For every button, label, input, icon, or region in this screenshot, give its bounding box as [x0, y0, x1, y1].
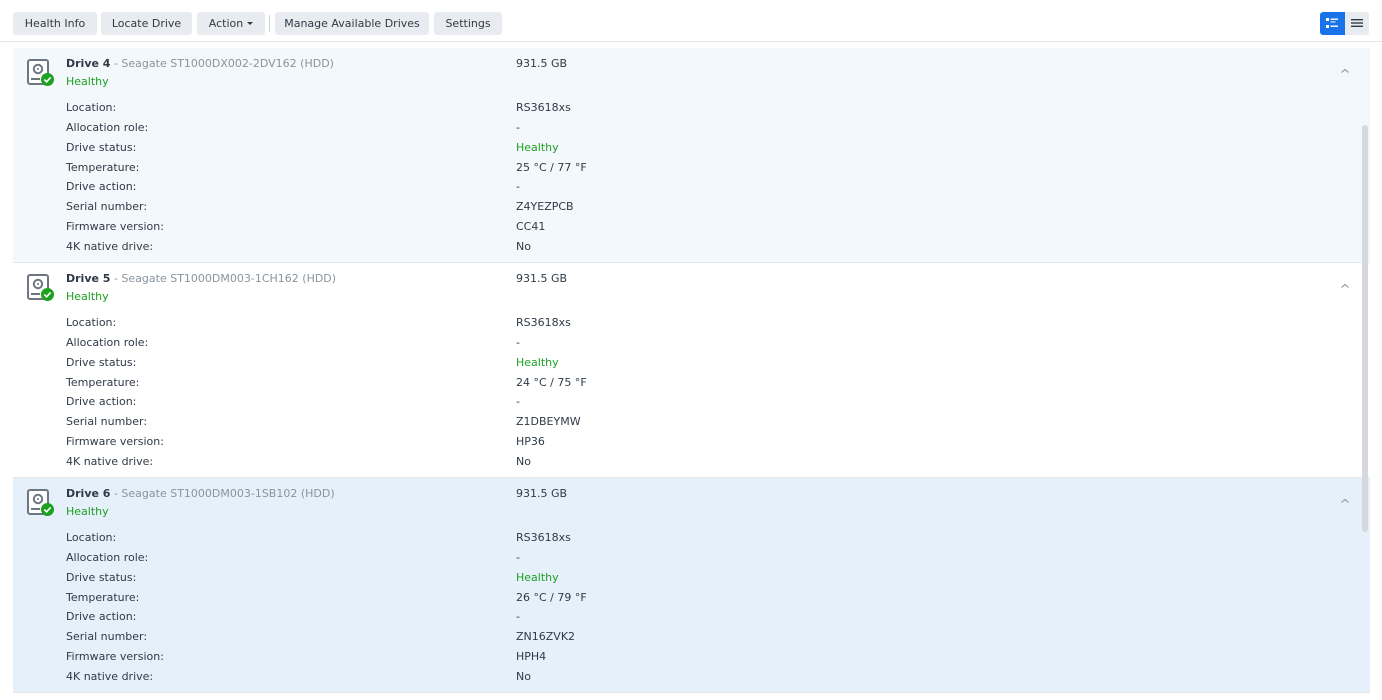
serial-number-label: Serial number: [66, 415, 148, 428]
firmware-version-value: HPH4 [516, 650, 547, 663]
serial-number-value: Z4YEZPCB [516, 200, 574, 213]
drive-action-label: Drive action: [66, 610, 137, 623]
drive-model: - Seagate ST1000DX002-2DV162 (HDD) [110, 57, 334, 70]
native-4k-value: No [516, 455, 531, 468]
drive-health-status: Healthy [66, 290, 109, 303]
temperature-value: 24 °C / 75 °F [516, 376, 587, 389]
drive-card-selected[interactable]: Drive 6 - Seagate ST1000DM003-1SB102 (HD… [13, 478, 1370, 693]
allocation-role-label: Allocation role: [66, 551, 149, 564]
location-label: Location: [66, 531, 117, 544]
drive-status-label: Drive status: [66, 356, 137, 369]
drive-health-status: Healthy [66, 75, 109, 88]
chevron-up-icon[interactable] [1338, 495, 1352, 507]
location-value: RS3618xs [516, 531, 571, 544]
drive-name: Drive 5 [66, 272, 111, 285]
firmware-version-label: Firmware version: [66, 220, 164, 233]
firmware-version-value: CC41 [516, 220, 546, 233]
allocation-role-label: Allocation role: [66, 121, 149, 134]
drive-capacity: 931.5 GB [516, 487, 568, 500]
temperature-label: Temperature: [66, 161, 140, 174]
toolbar: Health Info Locate Drive Action Manage A… [0, 0, 1382, 42]
allocation-role-label: Allocation role: [66, 336, 149, 349]
temperature-label: Temperature: [66, 376, 140, 389]
drive-name: Drive 4 [66, 57, 111, 70]
hard-drive-healthy-icon [27, 489, 54, 516]
location-label: Location: [66, 316, 117, 329]
drive-card[interactable]: Drive 5 - Seagate ST1000DM003-1CH162 (HD… [13, 263, 1370, 478]
action-menu-label: Action [208, 17, 244, 30]
chevron-up-icon[interactable] [1338, 280, 1352, 292]
drive-health-status: Healthy [66, 505, 109, 518]
list-detail-icon [1326, 18, 1338, 28]
settings-button[interactable]: Settings [434, 12, 502, 35]
native-4k-label: 4K native drive: [66, 670, 154, 683]
location-value: RS3618xs [516, 316, 571, 329]
health-info-button[interactable]: Health Info [13, 12, 97, 35]
drive-action-label: Drive action: [66, 180, 137, 193]
drive-status-value: Healthy [516, 356, 559, 369]
serial-number-label: Serial number: [66, 200, 148, 213]
firmware-version-label: Firmware version: [66, 435, 164, 448]
drive-status-label: Drive status: [66, 571, 137, 584]
drive-model: - Seagate ST1000DM003-1CH162 (HDD) [110, 272, 337, 285]
serial-number-value: ZN16ZVK2 [516, 630, 576, 643]
drive-model: - Seagate ST1000DM003-1SB102 (HDD) [110, 487, 335, 500]
drive-capacity: 931.5 GB [516, 272, 568, 285]
drive-title: Drive 5 - Seagate ST1000DM003-1CH162 (HD… [66, 272, 336, 285]
chevron-up-icon[interactable] [1338, 65, 1352, 77]
drive-status-value: Healthy [516, 141, 559, 154]
native-4k-value: No [516, 670, 531, 683]
hard-drive-healthy-icon [27, 274, 54, 301]
allocation-role-value: - [516, 121, 520, 134]
firmware-version-value: HP36 [516, 435, 545, 448]
temperature-label: Temperature: [66, 591, 140, 604]
view-mode-toggle [1320, 12, 1369, 35]
drive-status-value: Healthy [516, 571, 559, 584]
action-menu-button[interactable]: Action [197, 12, 265, 35]
allocation-role-value: - [516, 551, 520, 564]
drive-name: Drive 6 [66, 487, 111, 500]
drive-action-value: - [516, 610, 520, 623]
location-value: RS3618xs [516, 101, 571, 114]
chevron-down-icon [247, 22, 254, 25]
list-detail-view-button[interactable] [1320, 12, 1345, 35]
firmware-version-label: Firmware version: [66, 650, 164, 663]
native-4k-value: No [516, 240, 531, 253]
allocation-role-value: - [516, 336, 520, 349]
drive-status-label: Drive status: [66, 141, 137, 154]
native-4k-label: 4K native drive: [66, 455, 154, 468]
drive-title: Drive 6 - Seagate ST1000DM003-1SB102 (HD… [66, 487, 335, 500]
hard-drive-healthy-icon [27, 59, 54, 86]
drive-action-value: - [516, 395, 520, 408]
serial-number-value: Z1DBEYMW [516, 415, 581, 428]
locate-drive-button[interactable]: Locate Drive [101, 12, 192, 35]
drive-action-value: - [516, 180, 520, 193]
native-4k-label: 4K native drive: [66, 240, 154, 253]
drive-card[interactable]: Drive 4 - Seagate ST1000DX002-2DV162 (HD… [13, 48, 1370, 263]
drive-list: Drive 4 - Seagate ST1000DX002-2DV162 (HD… [13, 48, 1370, 700]
drive-capacity: 931.5 GB [516, 57, 568, 70]
toolbar-divider [269, 15, 270, 32]
location-label: Location: [66, 101, 117, 114]
list-compact-icon [1351, 19, 1363, 27]
temperature-value: 26 °C / 79 °F [516, 591, 587, 604]
list-compact-view-button[interactable] [1345, 12, 1369, 35]
serial-number-label: Serial number: [66, 630, 148, 643]
drive-action-label: Drive action: [66, 395, 137, 408]
temperature-value: 25 °C / 77 °F [516, 161, 587, 174]
manage-available-drives-button[interactable]: Manage Available Drives [275, 12, 429, 35]
drive-title: Drive 4 - Seagate ST1000DX002-2DV162 (HD… [66, 57, 334, 70]
scrollbar-thumb[interactable] [1362, 125, 1368, 532]
